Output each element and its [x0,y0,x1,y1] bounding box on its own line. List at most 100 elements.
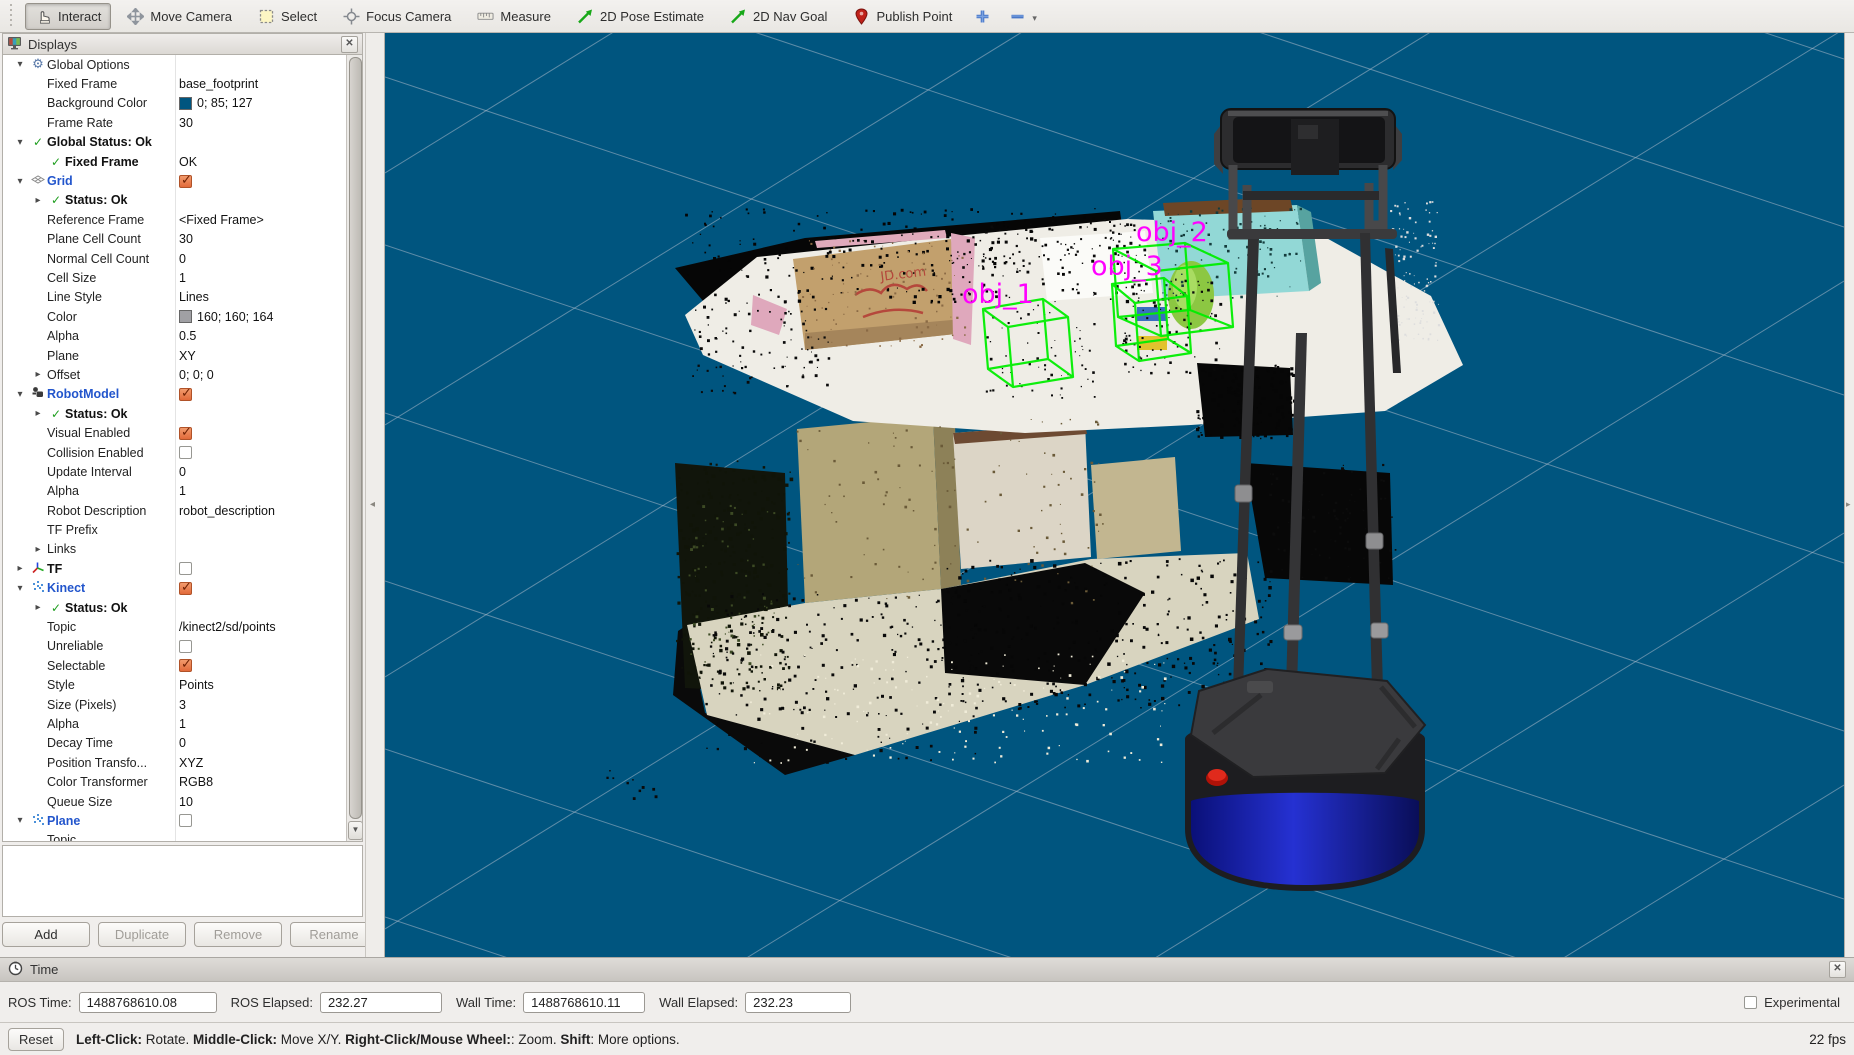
property-value[interactable]: 0; 85; 127 [197,96,253,110]
expander-open-icon[interactable]: ▾ [11,389,29,400]
property-value[interactable]: Lines [179,290,209,304]
checkbox-unchecked[interactable] [179,562,192,575]
tool-select[interactable]: Select [248,3,327,30]
display-row-position-transfo-[interactable]: Position Transfo...XYZ [3,753,347,772]
display-row-selectable[interactable]: Selectable [3,656,347,675]
display-row-topic[interactable]: Topic/kinect2/sd/points [3,617,347,636]
display-row-normal-cell-count[interactable]: Normal Cell Count0 [3,249,347,268]
expander-open-icon[interactable]: ▾ [11,815,29,826]
display-row-topic[interactable]: Topic [3,831,347,841]
right-dock-splitter[interactable]: ▸ [1844,33,1854,957]
property-value[interactable]: 1 [179,484,186,498]
property-value[interactable]: <Fixed Frame> [179,213,264,227]
property-value[interactable]: 0 [179,465,186,479]
property-value[interactable]: 0 [179,736,186,750]
property-value[interactable]: /kinect2/sd/points [179,620,276,634]
property-value[interactable]: 1 [179,717,186,731]
tool-plus[interactable] [968,3,997,30]
panel-splitter[interactable]: ◂ [365,33,385,957]
display-row-collision-enabled[interactable]: Collision Enabled [3,443,347,462]
checkbox-unchecked[interactable] [179,640,192,653]
display-row-reference-frame[interactable]: Reference Frame<Fixed Frame> [3,210,347,229]
display-row-links[interactable]: ▸Links [3,540,347,559]
expander-open-icon[interactable]: ▾ [11,59,29,70]
display-row-global-status-ok[interactable]: ▾✓Global Status: Ok [3,133,347,152]
checkbox-checked[interactable] [179,659,192,672]
expander-closed-icon[interactable]: ▸ [29,602,47,613]
scrollbar-thumb[interactable] [349,57,362,819]
tool-measure[interactable]: Measure [467,3,561,30]
property-value[interactable]: RGB8 [179,775,213,789]
display-row-offset[interactable]: ▸Offset0; 0; 0 [3,365,347,384]
tool-2d-nav-goal[interactable]: 2D Nav Goal [720,3,837,30]
property-value[interactable]: robot_description [179,504,275,518]
property-value[interactable]: 0.5 [179,329,196,343]
display-row-alpha[interactable]: Alpha1 [3,482,347,501]
tool-2d-pose-estimate[interactable]: 2D Pose Estimate [567,3,714,30]
scroll-down-icon[interactable]: ▼ [348,821,363,840]
checkbox-checked[interactable] [179,175,192,188]
display-row-fixed-frame[interactable]: ✓Fixed FrameOK [3,152,347,171]
display-row-unreliable[interactable]: Unreliable [3,637,347,656]
display-row-status-ok[interactable]: ▸✓Status: Ok [3,598,347,617]
expander-closed-icon[interactable]: ▸ [29,369,47,380]
property-value[interactable]: 10 [179,795,193,809]
tool-minus[interactable]: ▾ [1003,3,1043,30]
expander-closed-icon[interactable]: ▸ [29,195,47,206]
property-value[interactable]: 3 [179,698,186,712]
display-row-line-style[interactable]: Line StyleLines [3,288,347,307]
tree-scrollbar[interactable]: ▼ [346,55,362,841]
property-value[interactable]: 0 [179,252,186,266]
display-row-status-ok[interactable]: ▸✓Status: Ok [3,404,347,423]
close-icon[interactable]: ✕ [341,36,358,53]
close-icon[interactable]: ✕ [1829,961,1846,978]
color-swatch[interactable] [179,310,192,323]
display-row-frame-rate[interactable]: Frame Rate30 [3,113,347,132]
experimental-checkbox[interactable] [1744,996,1757,1009]
display-row-update-interval[interactable]: Update Interval0 [3,462,347,481]
display-row-global-options[interactable]: ▾⚙Global Options [3,55,347,74]
expander-open-icon[interactable]: ▾ [11,176,29,187]
display-row-alpha[interactable]: Alpha1 [3,714,347,733]
ros-elapsed-input[interactable]: 232.27 [320,992,442,1013]
property-value[interactable]: 0; 0; 0 [179,368,214,382]
displays-panel-titlebar[interactable]: Displays ✕ [2,33,363,55]
reset-button[interactable]: Reset [8,1028,64,1051]
ros-time-input[interactable]: 1488768610.08 [79,992,217,1013]
toolbar-drag-handle[interactable] [10,4,17,28]
add-button[interactable]: Add [2,922,90,947]
wall-time-input[interactable]: 1488768610.11 [523,992,645,1013]
expander-closed-icon[interactable]: ▸ [29,408,47,419]
display-row-decay-time[interactable]: Decay Time0 [3,734,347,753]
property-value[interactable]: Points [179,678,214,692]
tool-focus-camera[interactable]: Focus Camera [333,3,461,30]
checkbox-checked[interactable] [179,582,192,595]
display-row-size-pixels-[interactable]: Size (Pixels)3 [3,695,347,714]
wall-elapsed-input[interactable]: 232.23 [745,992,851,1013]
tool-interact[interactable]: Interact [25,3,111,30]
color-swatch[interactable] [179,97,192,110]
display-row-cell-size[interactable]: Cell Size1 [3,268,347,287]
checkbox-unchecked[interactable] [179,446,192,459]
display-row-plane[interactable]: PlaneXY [3,346,347,365]
display-row-kinect[interactable]: ▾Kinect [3,579,347,598]
3d-viewport[interactable]: JD.com [385,33,1844,957]
display-row-robot-description[interactable]: Robot Descriptionrobot_description [3,501,347,520]
display-row-queue-size[interactable]: Queue Size10 [3,792,347,811]
display-row-status-ok[interactable]: ▸✓Status: Ok [3,191,347,210]
property-value[interactable]: 30 [179,116,193,130]
tool-move-camera[interactable]: Move Camera [117,3,242,30]
display-row-color-transformer[interactable]: Color TransformerRGB8 [3,772,347,791]
property-value[interactable]: XY [179,349,196,363]
property-value[interactable]: 1 [179,271,186,285]
display-row-background-color[interactable]: Background Color0; 85; 127 [3,94,347,113]
display-row-color[interactable]: Color160; 160; 164 [3,307,347,326]
chevron-down-icon[interactable]: ▾ [1032,9,1037,24]
time-panel-titlebar[interactable]: Time ✕ [0,957,1854,982]
checkbox-checked[interactable] [179,388,192,401]
checkbox-checked[interactable] [179,427,192,440]
display-row-style[interactable]: StylePoints [3,676,347,695]
display-row-plane[interactable]: ▾Plane [3,811,347,830]
display-row-grid[interactable]: ▾Grid [3,171,347,190]
property-value[interactable]: OK [179,155,197,169]
